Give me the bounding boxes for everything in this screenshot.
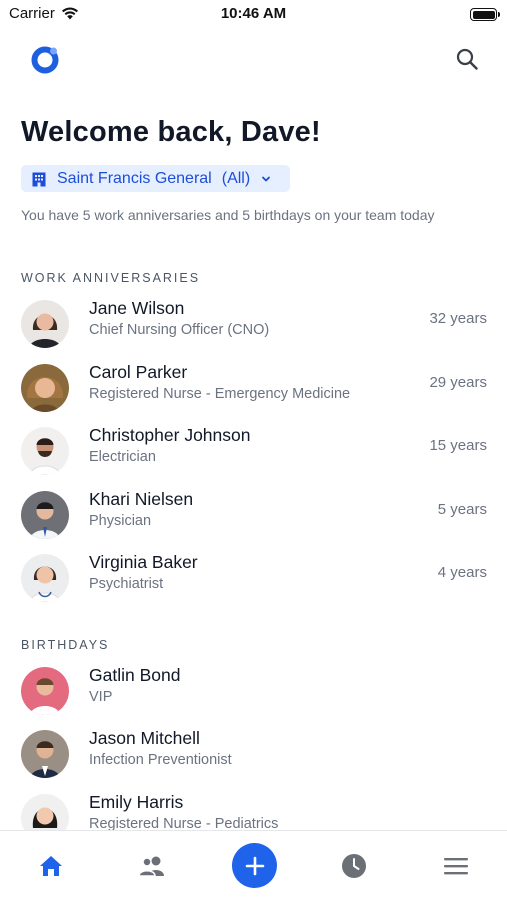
add-icon xyxy=(245,856,264,875)
facility-name: Saint Francis General xyxy=(57,169,212,187)
person-role: Registered Nurse - Emergency Medicine xyxy=(89,386,351,402)
person-role: Physician xyxy=(89,513,152,529)
avatar xyxy=(21,667,69,715)
person-role: Psychiatrist xyxy=(89,576,164,592)
avatar xyxy=(21,364,69,412)
avatar xyxy=(21,427,69,475)
avatar xyxy=(21,730,69,778)
chevron-down-icon xyxy=(262,176,271,181)
avatar xyxy=(21,300,69,348)
person-role: Infection Preventionist xyxy=(89,752,232,768)
avatar xyxy=(21,491,69,539)
person-name: Christopher Johnson xyxy=(89,425,251,445)
building-icon xyxy=(32,172,46,186)
birthday-row[interactable]: Jason Mitchell Infection Preventionist xyxy=(0,724,507,784)
menu-icon xyxy=(444,858,468,875)
person-name: Jane Wilson xyxy=(89,298,185,318)
facility-selector[interactable]: Saint Francis General (All) xyxy=(21,165,290,192)
person-role: Chief Nursing Officer (CNO) xyxy=(89,322,270,338)
status-time: 10:46 AM xyxy=(220,5,287,22)
person-role: Electrician xyxy=(89,449,156,465)
anniversary-years: 5 years xyxy=(437,501,487,518)
person-name: Emily Harris xyxy=(89,792,184,812)
anniversary-years: 4 years xyxy=(437,564,487,581)
app-logo[interactable] xyxy=(30,45,60,75)
anniversary-row[interactable]: Carol Parker Registered Nurse - Emergenc… xyxy=(0,358,507,418)
person-name: Jason Mitchell xyxy=(89,728,200,748)
person-role: VIP xyxy=(89,689,113,705)
person-name: Gatlin Bond xyxy=(89,665,181,685)
status-bar: Carrier 10:46 AM xyxy=(0,0,507,30)
page-title: Welcome back, Dave! xyxy=(21,116,321,148)
home-icon xyxy=(40,856,62,876)
anniversary-years: 15 years xyxy=(429,437,487,454)
summary-text: You have 5 work anniversaries and 5 birt… xyxy=(21,207,435,223)
tab-bar xyxy=(0,830,507,900)
anniversary-years: 32 years xyxy=(429,310,487,327)
anniversary-years: 29 years xyxy=(429,374,487,391)
anniversary-row[interactable]: Virginia Baker Psychiatrist 4 years xyxy=(0,548,507,608)
avatar xyxy=(21,554,69,602)
battery-icon xyxy=(470,8,500,21)
clock-icon xyxy=(342,854,366,878)
section-title-birthdays: BIRTHDAYS xyxy=(21,638,110,652)
tab-team[interactable] xyxy=(122,831,182,900)
team-icon xyxy=(138,856,164,877)
person-name: Carol Parker xyxy=(89,362,188,382)
birthday-row[interactable]: Gatlin Bond VIP xyxy=(0,661,507,721)
search-button[interactable] xyxy=(454,46,480,72)
facility-scope: (All) xyxy=(221,169,251,187)
tab-menu[interactable] xyxy=(426,831,486,900)
person-name: Khari Nielsen xyxy=(89,489,194,509)
tab-home[interactable] xyxy=(21,831,81,900)
tab-history[interactable] xyxy=(324,831,384,900)
search-icon xyxy=(456,48,478,70)
anniversary-row[interactable]: Christopher Johnson Electrician 15 years xyxy=(0,421,507,481)
section-title-anniversaries: WORK ANNIVERSARIES xyxy=(21,271,201,285)
person-name: Virginia Baker xyxy=(89,552,198,572)
add-button[interactable] xyxy=(232,843,277,888)
anniversary-row[interactable]: Jane Wilson Chief Nursing Officer (CNO) … xyxy=(0,294,507,354)
anniversary-row[interactable]: Khari Nielsen Physician 5 years xyxy=(0,485,507,545)
